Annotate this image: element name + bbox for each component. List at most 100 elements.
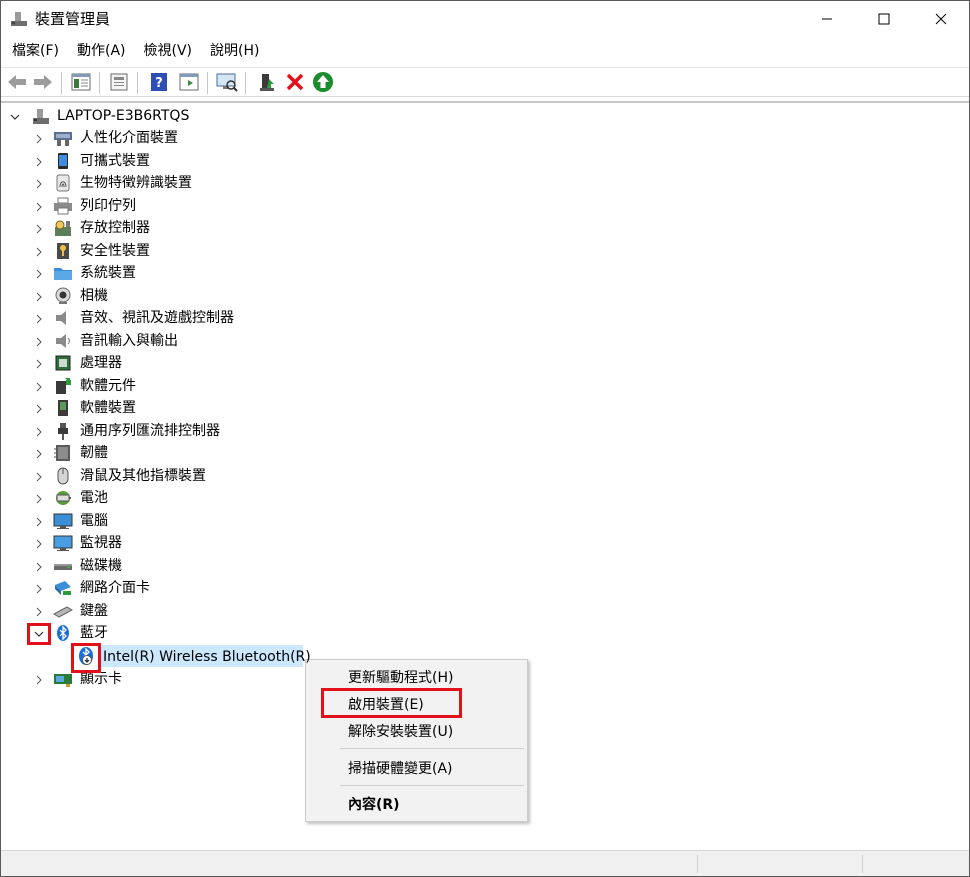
title-bar: 裝置管理員 [1, 1, 969, 37]
tree-category-label: 通用序列匯流排控制器 [80, 422, 220, 439]
tree-category-label: 處理器 [80, 355, 122, 371]
audio-io-icon [53, 332, 73, 350]
monitor-icon [53, 534, 73, 552]
chevron-down-icon[interactable] [9, 111, 21, 123]
highlight-expand-arrow [27, 623, 51, 645]
chevron-right-icon[interactable] [33, 268, 45, 280]
close-button[interactable] [912, 1, 969, 37]
chevron-right-icon[interactable] [33, 561, 45, 573]
back-icon[interactable] [5, 70, 29, 94]
context-menu: 更新驅動程式(H) 啟用裝置(E) 解除安裝裝置(U) 掃描硬體變更(A) 內容… [305, 659, 528, 822]
svg-text:?: ? [155, 76, 163, 91]
highlight-device-icon [71, 643, 101, 673]
bluetooth-icon [53, 624, 73, 642]
keyboard-icon [52, 602, 74, 620]
menu-bar: 檔案(F) 動作(A) 檢視(V) 說明(H) [1, 39, 266, 63]
properties-icon[interactable] [107, 70, 131, 94]
chevron-right-icon[interactable] [33, 674, 45, 686]
mouse-icon [53, 467, 73, 485]
processor-icon [53, 354, 73, 372]
disk-drive-icon [53, 557, 73, 575]
chevron-right-icon[interactable] [33, 538, 45, 550]
properties-pane-icon[interactable] [69, 70, 93, 94]
firmware-icon [53, 444, 73, 462]
chevron-right-icon[interactable] [33, 223, 45, 235]
chevron-right-icon[interactable] [33, 448, 45, 460]
chevron-right-icon[interactable] [33, 178, 45, 190]
menu-help[interactable]: 說明(H) [199, 39, 266, 63]
minimize-button[interactable] [798, 1, 855, 37]
ctx-scan-hardware[interactable]: 掃描硬體變更(A) [306, 755, 527, 783]
menu-view[interactable]: 檢視(V) [133, 39, 200, 63]
software-device-icon [53, 399, 73, 417]
camera-icon [53, 287, 73, 305]
tree-category-label: 人性化介面裝置 [80, 130, 178, 146]
tree-category-label: 軟體裝置 [80, 400, 136, 416]
status-bar [1, 850, 969, 876]
menu-action[interactable]: 動作(A) [66, 39, 133, 63]
chevron-right-icon[interactable] [33, 493, 45, 505]
tree-category-label: 電池 [80, 490, 108, 506]
tree-category-label: 監視器 [80, 535, 122, 551]
system-device-icon [53, 264, 73, 282]
tree-category-label: 滑鼠及其他指標裝置 [80, 467, 206, 484]
tree-category-label: 生物特徵辨識裝置 [80, 175, 192, 191]
chevron-right-icon[interactable] [33, 358, 45, 370]
maximize-button[interactable] [855, 1, 912, 37]
network-adapter-icon [53, 579, 73, 597]
tree-category-label: 音效、視訊及遊戲控制器 [80, 310, 234, 326]
tree-root-label: LAPTOP-E3B6RTQS [57, 108, 190, 124]
chevron-right-icon[interactable] [33, 426, 45, 438]
help-icon[interactable]: ? [147, 70, 171, 94]
tree-category-label: 可攜式裝置 [80, 152, 150, 169]
ctx-separator [340, 748, 524, 749]
tree-category-label: 電腦 [80, 512, 108, 529]
menu-file[interactable]: 檔案(F) [1, 39, 66, 63]
computer-icon [53, 512, 73, 530]
tree-category-label: 存放控制器 [80, 220, 150, 236]
chevron-right-icon[interactable] [33, 606, 45, 618]
computer-root-icon [31, 107, 51, 125]
tree-category-label: 鍵盤 [80, 602, 108, 619]
hid-icon [53, 129, 73, 147]
chevron-right-icon[interactable] [33, 201, 45, 213]
tree-category-label: 韌體 [80, 445, 108, 461]
security-device-icon [53, 242, 73, 260]
show-hidden-icon[interactable] [177, 70, 201, 94]
tree-category-label: 相機 [80, 287, 108, 304]
scan-hardware-icon[interactable] [215, 70, 239, 94]
tree-category-label: 系統裝置 [80, 265, 136, 281]
chevron-right-icon[interactable] [33, 583, 45, 595]
tree-category-label: 安全性裝置 [80, 242, 150, 259]
display-adapter-icon [53, 670, 73, 688]
chevron-right-icon[interactable] [33, 336, 45, 348]
chevron-right-icon[interactable] [33, 471, 45, 483]
chevron-right-icon[interactable] [33, 381, 45, 393]
chevron-right-icon[interactable] [33, 403, 45, 415]
window-title: 裝置管理員 [35, 10, 111, 28]
fingerprint-icon [53, 174, 73, 192]
storage-controller-icon [53, 219, 73, 237]
chevron-right-icon[interactable] [33, 246, 45, 258]
device-manager-window: 裝置管理員 檔案(F) 動作(A) 檢視(V) 說明(H) ? LAPTOP-E… [0, 0, 970, 877]
forward-icon[interactable] [31, 70, 55, 94]
tree-category-label: 列印佇列 [80, 197, 136, 214]
tree-category-label: 藍牙 [80, 625, 108, 641]
chevron-right-icon[interactable] [33, 516, 45, 528]
chevron-right-icon[interactable] [33, 291, 45, 303]
usb-icon [53, 422, 73, 440]
ctx-properties[interactable]: 內容(R) [306, 791, 527, 819]
portable-device-icon [53, 152, 73, 170]
enable-device-icon[interactable] [311, 70, 335, 94]
tree-category-label: 軟體元件 [80, 377, 136, 394]
chevron-right-icon[interactable] [33, 133, 45, 145]
update-driver-icon[interactable] [255, 70, 279, 94]
tree-device-label: Intel(R) Wireless Bluetooth(R) [103, 648, 311, 665]
chevron-right-icon[interactable] [33, 156, 45, 168]
ctx-separator [340, 785, 524, 786]
uninstall-icon[interactable] [283, 70, 307, 94]
highlight-enable-device [321, 688, 462, 718]
ctx-uninstall-device[interactable]: 解除安裝裝置(U) [306, 718, 527, 746]
tree-category-label: 音訊輸入與輸出 [80, 332, 178, 349]
chevron-right-icon[interactable] [33, 313, 45, 325]
